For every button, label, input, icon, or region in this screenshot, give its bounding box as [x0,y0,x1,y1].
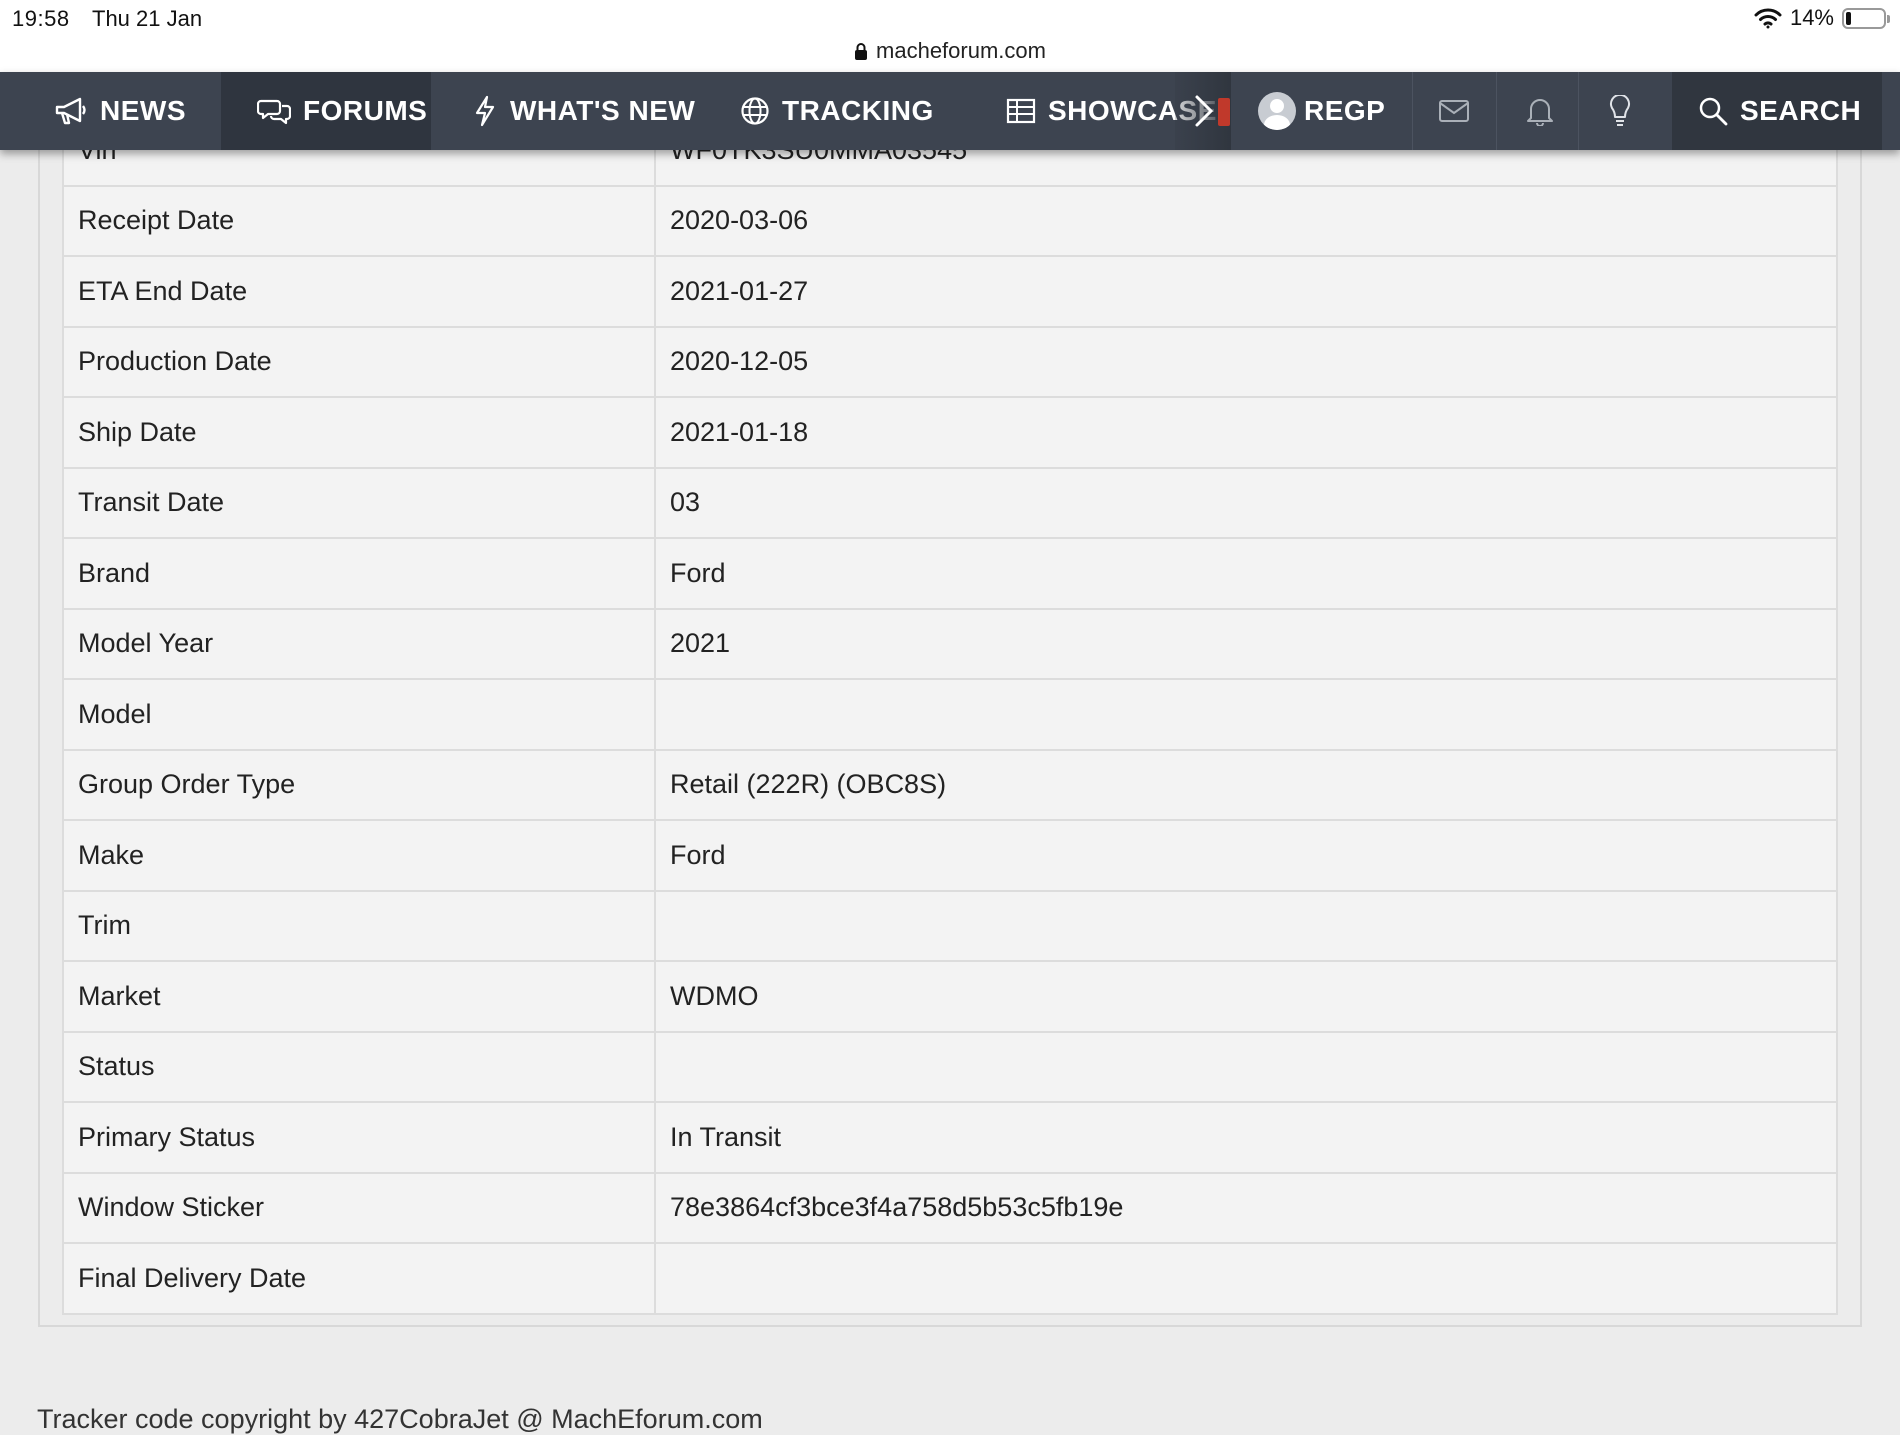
nav-user[interactable]: REGP [1258,72,1385,150]
row-label: Status [62,1030,656,1103]
table-row: Primary Status In Transit [62,1101,1838,1174]
status-bar: 19:58 Thu 21 Jan 14% [0,0,1900,34]
row-label: Receipt Date [62,184,656,257]
row-label: ETA End Date [62,255,656,328]
chevron-right-icon [1195,95,1214,127]
globe-icon [741,97,769,125]
row-value [654,1242,1838,1315]
table-row: Trim [62,889,1838,962]
megaphone-icon [55,97,86,125]
nav-forums-label: FORUMS [303,95,428,126]
row-value [654,889,1838,962]
nav-divider [1412,72,1413,150]
chat-bubbles-icon [257,99,291,125]
row-value: WDMO [654,960,1838,1033]
row-value [654,1030,1838,1103]
envelope-icon [1439,100,1469,122]
nav-tracking[interactable]: TRACKING [740,72,934,150]
row-label: Model Year [62,607,656,680]
status-right: 14% [1754,5,1890,31]
nav-inbox[interactable] [1438,72,1482,150]
nav-news[interactable]: NEWS [54,72,186,150]
row-value: Retail (222R) (OBC8S) [654,748,1838,821]
nav-alerts[interactable] [1526,72,1566,150]
nav-tracking-label: TRACKING [782,95,934,126]
battery-fill [1846,11,1851,25]
nav-divider [1496,72,1497,150]
row-label: Make [62,819,656,892]
footer-copyright: Tracker code copyright by 427CobraJet @ … [37,1404,763,1434]
row-value: 2021-01-27 [654,255,1838,328]
row-value: 2020-03-06 [654,184,1838,257]
nav-search-label: SEARCH [1740,95,1862,126]
row-value: 2020-12-05 [654,325,1838,398]
status-time: 19:58 [12,6,70,31]
table-row: Status [62,1030,1838,1103]
nav-divider [1578,72,1579,150]
table-row: Window Sticker 78e3864cf3bce3f4a758d5b53c… [62,1171,1838,1244]
top-nav: NEWS FORUMS WHAT'S NEW TRACKING SHOWCASE [0,72,1900,150]
nav-forums[interactable]: FORUMS [221,72,431,150]
table-row: Group Order Type Retail (222R) (OBC8S) [62,748,1838,821]
nav-user-label: REGP [1304,95,1386,126]
row-label: Primary Status [62,1101,656,1174]
row-value: Ford [654,537,1838,610]
lightning-icon [475,95,495,127]
row-label: Brand [62,537,656,610]
url-text: macheforum.com [876,38,1046,63]
nav-whats-new-label: WHAT'S NEW [510,95,696,126]
table-row: Model Year 2021 [62,607,1838,680]
avatar [1258,92,1296,130]
table-row: Production Date 2020-12-05 [62,325,1838,398]
row-label: Group Order Type [62,748,656,821]
battery-percent: 14% [1789,5,1834,30]
row-label: Production Date [62,325,656,398]
table-row: Receipt Date 2020-03-06 [62,184,1838,257]
row-value: In Transit [654,1101,1838,1174]
status-date: Thu 21 Jan [92,6,203,31]
table-row: Transit Date 03 [62,466,1838,539]
lightbulb-icon [1610,95,1630,126]
row-label: Transit Date [62,466,656,539]
nav-news-label: NEWS [100,95,186,126]
row-label: Model [62,678,656,751]
vehicle-info-table: VinWF0TK3SU0MMA03545Receipt Date2020-03-… [62,114,1838,1315]
nav-ideas[interactable] [1608,72,1644,150]
row-label: Market [62,960,656,1033]
row-value: 03 [654,466,1838,539]
row-label: Window Sticker [62,1171,656,1244]
grid-table-icon [1006,98,1036,124]
bell-icon [1527,99,1553,126]
row-label: Final Delivery Date [62,1242,656,1315]
search-icon [1699,97,1728,126]
lock-icon [855,43,868,60]
wifi-icon [1754,8,1782,29]
row-label: Trim [62,889,656,962]
table-row: ETA End Date 2021-01-27 [62,255,1838,328]
table-row: Market WDMO [62,960,1838,1033]
table-row: Ship Date 2021-01-18 [62,396,1838,469]
row-label: Ship Date [62,396,656,469]
table-row: Final Delivery Date [62,1242,1838,1315]
table-row: Brand Ford [62,537,1838,610]
row-value: 78e3864cf3bce3f4a758d5b53c5fb19e [654,1171,1838,1244]
row-value: Ford [654,819,1838,892]
table-row: Make Ford [62,819,1838,892]
row-value: 2021-01-18 [654,396,1838,469]
row-value [654,678,1838,751]
battery-icon [1842,7,1890,29]
table-row: Model [62,678,1838,751]
nav-whats-new[interactable]: WHAT'S NEW [472,72,695,150]
row-value: 2021 [654,607,1838,680]
address-bar[interactable]: macheforum.com [0,34,1900,72]
nav-search[interactable]: SEARCH [1672,72,1882,150]
scroll-indicator [1218,98,1230,126]
